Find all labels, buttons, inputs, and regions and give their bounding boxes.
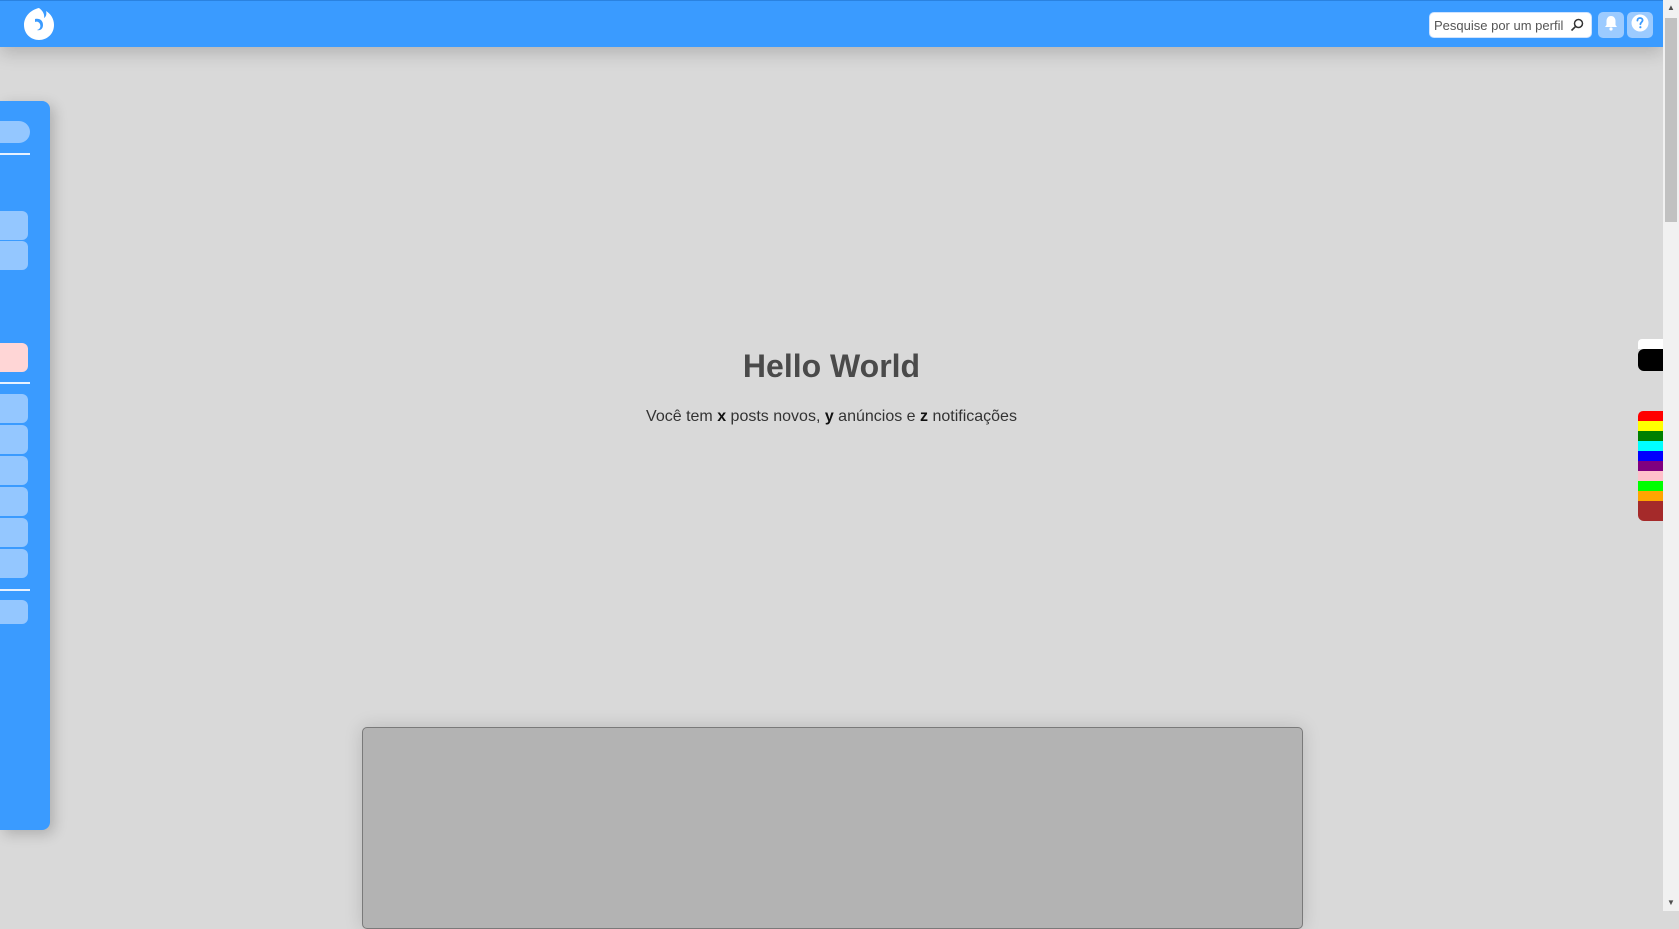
sidebar-item-1[interactable] bbox=[0, 211, 28, 240]
sidebar-item-9[interactable] bbox=[0, 600, 28, 624]
scroll-up-arrow-icon[interactable]: ▲ bbox=[1667, 4, 1675, 12]
search-icon[interactable] bbox=[1569, 17, 1585, 33]
sidebar-item-4[interactable] bbox=[0, 425, 28, 454]
theme-swatch-blue[interactable] bbox=[1638, 451, 1663, 461]
sidebar-toggle-button[interactable] bbox=[0, 121, 30, 143]
profile-search-box bbox=[1429, 12, 1592, 38]
sidebar-item-5[interactable] bbox=[0, 456, 28, 485]
welcome-summary: Você tem x posts novos, y anúncios e z n… bbox=[0, 408, 1663, 426]
theme-swatch-yellow[interactable] bbox=[1638, 421, 1663, 431]
sidebar-item-8[interactable] bbox=[0, 549, 28, 578]
help-icon bbox=[1630, 13, 1650, 38]
theme-swatch-pink[interactable] bbox=[1638, 471, 1663, 481]
sidebar bbox=[0, 101, 50, 830]
scrollbar-thumb[interactable] bbox=[1665, 18, 1677, 222]
theme-swatch-green[interactable] bbox=[1638, 431, 1663, 441]
theme-swatch-red[interactable] bbox=[1638, 411, 1663, 421]
top-navbar bbox=[0, 0, 1663, 47]
sidebar-item-6[interactable] bbox=[0, 487, 28, 516]
app-logo-icon[interactable] bbox=[20, 5, 58, 43]
sidebar-divider bbox=[0, 153, 30, 155]
theme-swatch-black[interactable] bbox=[1638, 349, 1663, 371]
ads-count: y bbox=[824, 408, 834, 425]
sidebar-item-2[interactable] bbox=[0, 241, 28, 270]
search-input[interactable] bbox=[1434, 13, 1569, 37]
notifications-button[interactable] bbox=[1598, 12, 1624, 38]
theme-swatch-purple[interactable] bbox=[1638, 461, 1663, 471]
sidebar-item-7[interactable] bbox=[0, 518, 28, 547]
bell-icon bbox=[1602, 14, 1620, 37]
notifications-count: z bbox=[920, 408, 929, 425]
summary-text: notificações bbox=[928, 408, 1017, 425]
theme-swatch-brown[interactable] bbox=[1638, 501, 1663, 521]
posts-count: x bbox=[717, 408, 727, 425]
theme-swatch-orange[interactable] bbox=[1638, 491, 1663, 501]
content-panel bbox=[362, 727, 1303, 929]
summary-text: Você tem bbox=[646, 408, 718, 425]
theme-swatch-cyan[interactable] bbox=[1638, 441, 1663, 451]
summary-text: posts novos, bbox=[726, 408, 825, 425]
theme-swatch-white[interactable] bbox=[1638, 339, 1663, 349]
theme-swatch-lime[interactable] bbox=[1638, 481, 1663, 491]
scroll-down-arrow-icon[interactable]: ▼ bbox=[1667, 899, 1675, 907]
summary-text: anúncios e bbox=[833, 408, 921, 425]
sidebar-divider bbox=[0, 589, 30, 591]
help-button[interactable] bbox=[1627, 12, 1653, 38]
page-title: Hello World bbox=[742, 348, 921, 384]
page-scrollbar[interactable]: ▲ ▼ bbox=[1663, 0, 1679, 911]
